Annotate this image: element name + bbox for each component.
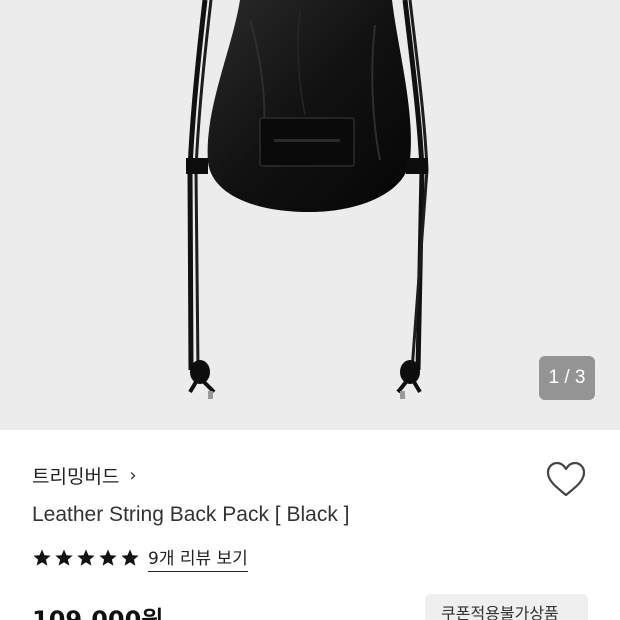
product-image-gallery[interactable]: 1 / 3 — [0, 0, 620, 430]
star-filled-icon — [121, 549, 139, 566]
star-filled-icon — [55, 549, 73, 566]
rating-row: 9개 리뷰 보기 — [32, 544, 248, 572]
coupon-badge: 쿠폰적용불가상품 — [425, 594, 588, 620]
star-filled-icon — [33, 549, 51, 566]
brand-link[interactable]: 트리밍버드 › — [32, 462, 137, 489]
image-counter: 1 / 3 — [539, 356, 595, 400]
price: 109,000원 — [32, 606, 164, 620]
heart-outline-icon — [546, 461, 586, 497]
star-filled-icon — [77, 549, 95, 566]
brand-name: 트리밍버드 — [32, 466, 120, 488]
wishlist-button[interactable] — [545, 460, 587, 500]
rating-stars — [32, 548, 140, 568]
product-title: Leather String Back Pack [ Black ] — [32, 503, 350, 526]
star-filled-icon — [99, 549, 117, 566]
product-info: 트리밍버드 › Leather String Back Pack [ Black… — [0, 430, 620, 620]
product-image — [186, 0, 429, 399]
chevron-right-icon: › — [129, 465, 137, 486]
review-link[interactable]: 9개 리뷰 보기 — [148, 544, 248, 572]
